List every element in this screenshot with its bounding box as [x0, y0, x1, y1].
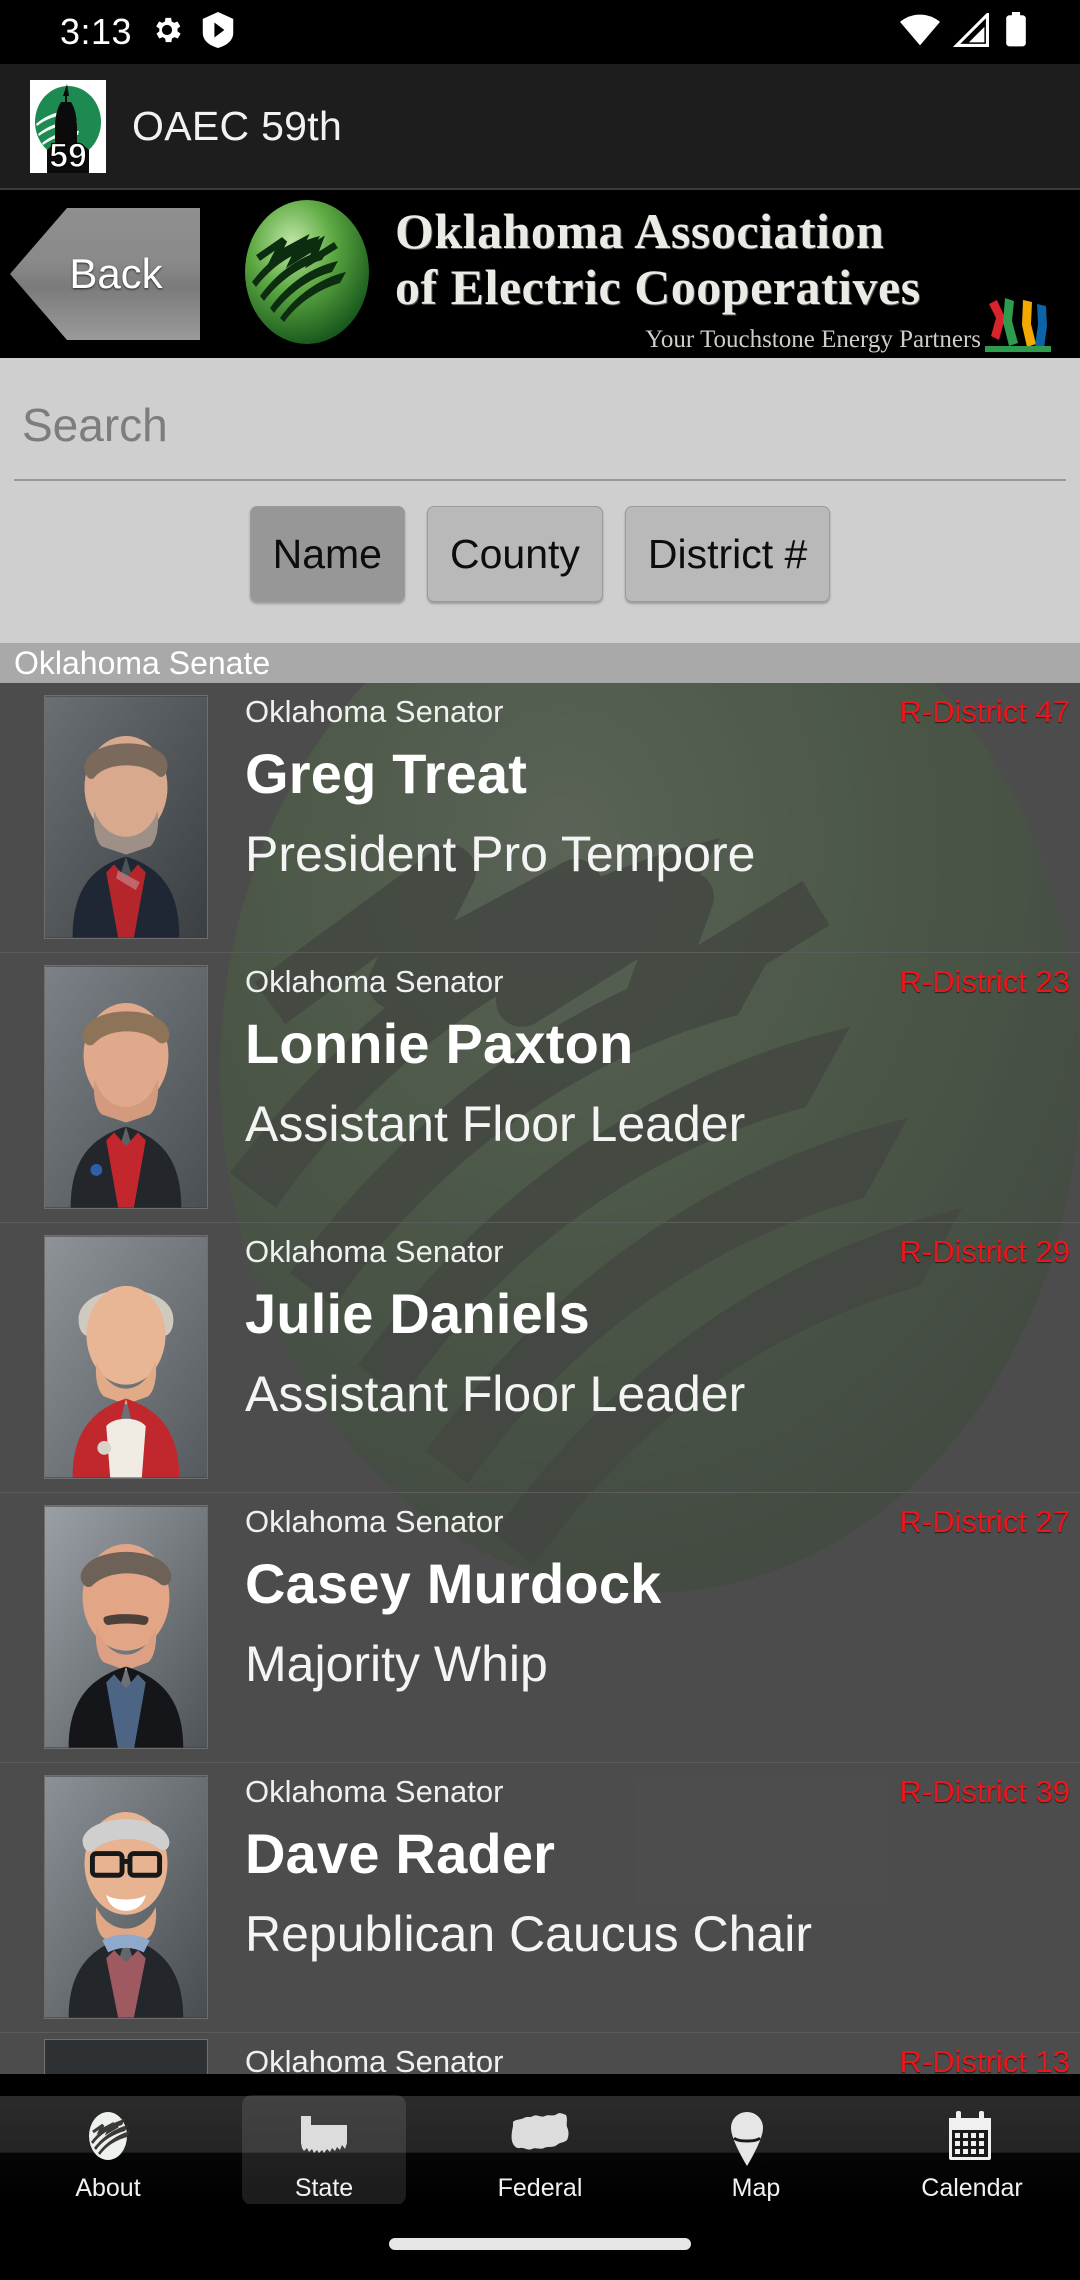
- status-bar: 3:13: [0, 0, 1080, 64]
- phone-screen: 3:13 59 OAEC 59th Back Oklahoma Associat…: [0, 0, 1080, 2280]
- home-indicator[interactable]: [389, 2238, 691, 2250]
- row-district: R-District 39: [899, 1774, 1070, 1809]
- map-pin-icon: [727, 2110, 785, 2168]
- row-district: R-District 29: [899, 1234, 1070, 1269]
- status-bar-right: [900, 0, 1028, 64]
- calendar-icon: [943, 2110, 1001, 2168]
- filter-button-group: Name County District #: [0, 506, 1080, 602]
- usa-map-outline-icon: [511, 2110, 569, 2168]
- row-role: Republican Caucus Chair: [245, 1906, 812, 1962]
- table-row[interactable]: Oklahoma Senator R-District 29 Julie Dan…: [0, 1223, 1080, 1493]
- status-clock: 3:13: [60, 11, 133, 52]
- filter-button-name[interactable]: Name: [249, 506, 405, 602]
- table-row[interactable]: Oklahoma Senator R-District 23 Lonnie Pa…: [0, 953, 1080, 1223]
- tab-map[interactable]: Map: [648, 2096, 864, 2204]
- oaec-green-oval-logo: [222, 196, 392, 354]
- row-office: Oklahoma Senator: [245, 2044, 504, 2074]
- row-name: Dave Rader: [245, 1822, 556, 1885]
- settings-gear-icon: [150, 13, 184, 52]
- tab-calendar[interactable]: Calendar: [864, 2096, 1080, 2204]
- wifi-icon: [900, 13, 940, 52]
- portrait-julie-daniels: [44, 1235, 208, 1479]
- filter-button-county[interactable]: County: [426, 506, 603, 602]
- row-text-block: Oklahoma Senator R-District 29 Julie Dan…: [245, 1223, 1080, 1492]
- status-bar-left: 3:13: [60, 11, 234, 53]
- row-role: Assistant Floor Leader: [245, 1096, 746, 1152]
- tab-state[interactable]: State: [216, 2095, 432, 2205]
- table-row[interactable]: Oklahoma Senator R-District 13: [0, 2033, 1080, 2074]
- row-text-block: Oklahoma Senator R-District 23 Lonnie Pa…: [245, 953, 1080, 1222]
- row-office: Oklahoma Senator: [245, 694, 504, 729]
- oaec-59th-capitol-icon: 59: [30, 79, 106, 173]
- row-text-block: Oklahoma Senator R-District 27 Casey Mur…: [245, 1493, 1080, 1762]
- portrait-casey-murdock: [44, 1505, 208, 1749]
- tab-federal[interactable]: Federal: [432, 2096, 648, 2204]
- row-office: Oklahoma Senator: [245, 1504, 504, 1539]
- oklahoma-state-outline-icon: [295, 2110, 353, 2168]
- system-navigation-bar: [0, 2204, 1080, 2280]
- row-district: R-District 13: [899, 2044, 1070, 2074]
- tab-calendar-label: Calendar: [921, 2174, 1023, 2202]
- portrait-greg-treat: [44, 695, 208, 939]
- row-district: R-District 23: [899, 964, 1070, 999]
- filter-button-district[interactable]: District #: [624, 506, 831, 602]
- oaec-banner: Back Oklahoma Association of Electric Co…: [0, 190, 1080, 358]
- tab-about-label: About: [75, 2174, 141, 2202]
- svg-text:59: 59: [49, 137, 87, 173]
- row-text-block: Oklahoma Senator R-District 39 Dave Rade…: [245, 1763, 1080, 2032]
- tab-state-label: State: [294, 2174, 354, 2202]
- row-name: Casey Murdock: [245, 1552, 662, 1615]
- bottom-tab-bar: About State Federal Map Calendar: [0, 2095, 1080, 2205]
- battery-icon: [1004, 11, 1028, 53]
- portrait-lonnie-paxton: [44, 965, 208, 1209]
- portrait-dave-rader: [44, 1775, 208, 2019]
- play-badge-icon: [202, 11, 234, 53]
- tab-federal-label: Federal: [497, 2174, 583, 2202]
- row-name: Greg Treat: [245, 742, 528, 805]
- row-district: R-District 27: [899, 1504, 1070, 1539]
- banner-tagline: Your Touchstone Energy Partners: [645, 326, 981, 353]
- search-and-filter-panel: Name County District #: [0, 358, 1080, 683]
- senator-list[interactable]: Oklahoma Senator R-District 47 Greg Trea…: [0, 683, 1080, 2074]
- row-office: Oklahoma Senator: [245, 1774, 504, 1809]
- row-office: Oklahoma Senator: [245, 964, 504, 999]
- back-button[interactable]: Back: [10, 208, 200, 340]
- row-role: Assistant Floor Leader: [245, 1366, 746, 1422]
- oaec-oval-logo-icon: [79, 2110, 137, 2168]
- tab-about[interactable]: About: [0, 2096, 216, 2204]
- section-header-oklahoma-senate: Oklahoma Senate: [0, 643, 1080, 683]
- banner-text-block: Oklahoma Association of Electric Coopera…: [395, 198, 1055, 358]
- portrait-partial: [44, 2039, 208, 2074]
- cell-signal-icon: [952, 10, 991, 52]
- row-office: Oklahoma Senator: [245, 1234, 504, 1269]
- search-input[interactable]: [14, 388, 1066, 481]
- banner-line-1: Oklahoma Association: [395, 203, 885, 259]
- table-row[interactable]: Oklahoma Senator R-District 39 Dave Rade…: [0, 1763, 1080, 2033]
- row-role: President Pro Tempore: [245, 826, 756, 882]
- row-role: Majority Whip: [245, 1636, 548, 1692]
- row-name: Lonnie Paxton: [245, 1012, 634, 1075]
- row-text-block: Oklahoma Senator R-District 47 Greg Trea…: [245, 683, 1080, 952]
- row-name: Julie Daniels: [245, 1282, 590, 1345]
- app-title-bar: 59 OAEC 59th: [0, 64, 1080, 190]
- row-text-block: Oklahoma Senator R-District 13: [245, 2033, 1080, 2074]
- banner-line-2: of Electric Cooperatives: [395, 259, 921, 315]
- row-district: R-District 47: [899, 694, 1070, 729]
- page-title: OAEC 59th: [132, 102, 343, 149]
- tab-map-label: Map: [731, 2174, 781, 2202]
- touchstone-energy-people-icon: [983, 296, 1053, 354]
- table-row[interactable]: Oklahoma Senator R-District 47 Greg Trea…: [0, 683, 1080, 953]
- table-row[interactable]: Oklahoma Senator R-District 27 Casey Mur…: [0, 1493, 1080, 1763]
